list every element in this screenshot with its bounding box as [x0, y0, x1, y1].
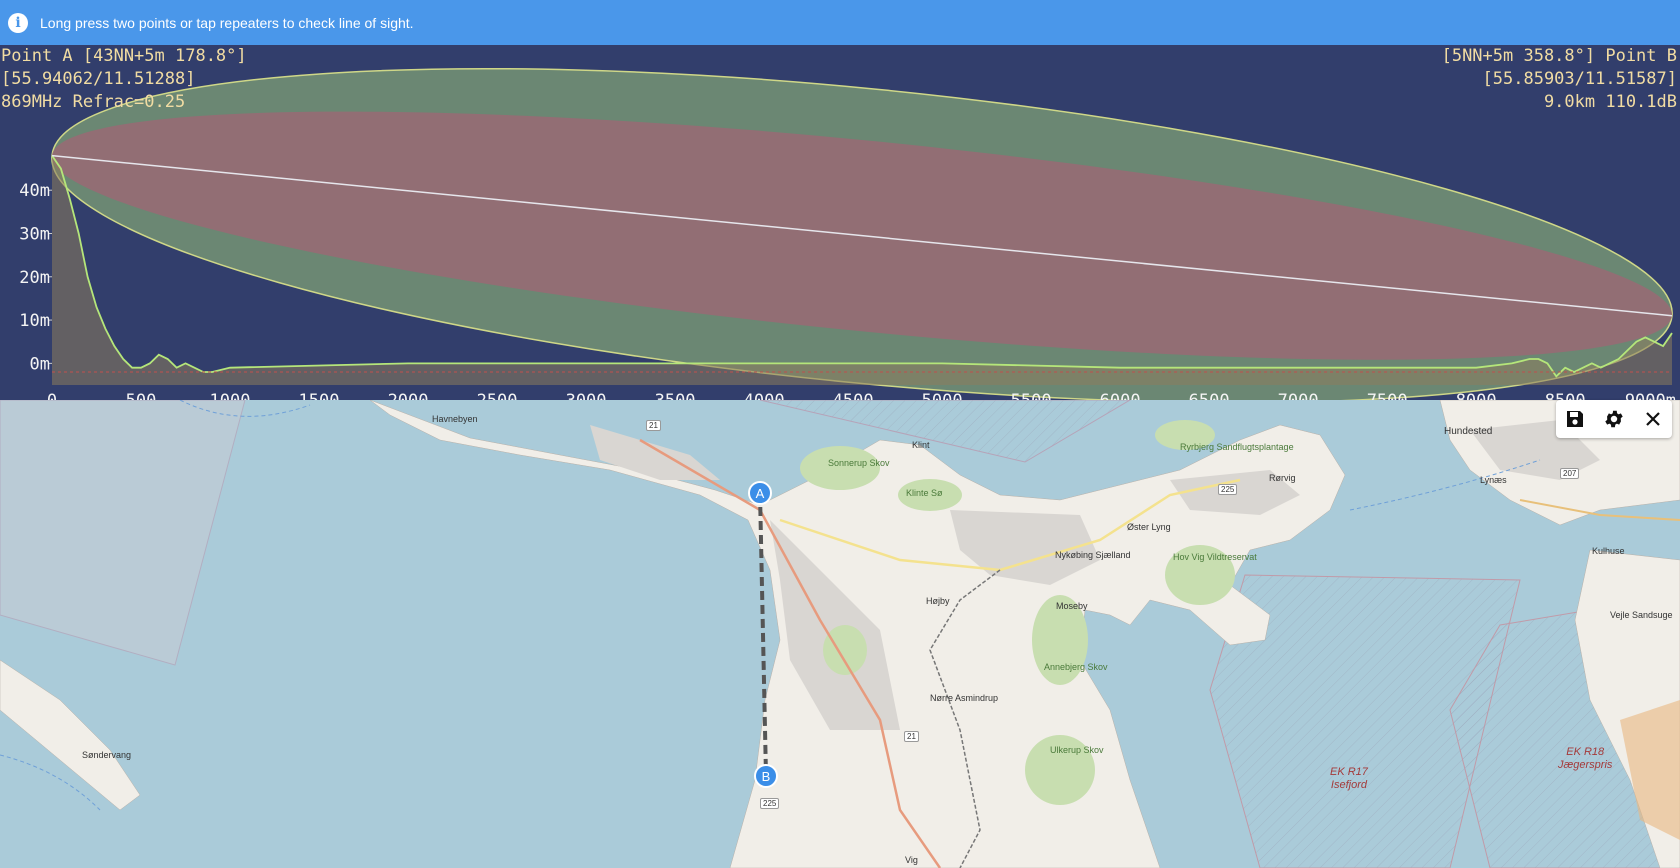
x-tick-label: 5000 [922, 391, 963, 400]
x-tick-label: 3500 [655, 391, 696, 400]
info-icon: i [8, 12, 28, 33]
place-label: Kulhuse [1592, 546, 1625, 556]
x-tick-label: 2000 [388, 391, 429, 400]
point-b-extra: 9.0km 110.1dB [1543, 92, 1677, 112]
x-tick-label: 1000 [210, 391, 251, 400]
floppy-disk-icon [1567, 411, 1584, 427]
x-tick-label: 1500 [299, 391, 340, 400]
save-button[interactable] [1560, 404, 1590, 434]
place-label: Vejle Sandsuge [1610, 610, 1673, 620]
x-tick-label: 5500 [1011, 391, 1052, 400]
y-tick-label: 30m [19, 224, 50, 244]
x-tick-label: 8500 [1545, 391, 1586, 400]
marker-point-a[interactable]: A [748, 481, 772, 505]
los-profile-panel: 0 500 1000 1500 2000 2500 3000 3500 4000 4500 5000… [0, 45, 1680, 400]
x-tick-label: 4500 [833, 391, 874, 400]
info-banner: i Long press two points or tap repeaters… [0, 0, 1680, 45]
close-icon [1645, 412, 1660, 426]
place-label: Øster Lyng [1127, 522, 1171, 532]
y-tick-label: 10m [19, 311, 50, 331]
x-tick-label: 4000 [744, 391, 785, 400]
banner-message: Long press two points or tap repeaters t… [40, 14, 414, 31]
place-label: Ryrbjerg Sandflugtsplantage [1180, 442, 1294, 452]
x-tick-label: 6500 [1189, 391, 1230, 400]
road-number: 225 [1218, 484, 1238, 495]
place-label: Sonnerup Skov [828, 458, 890, 468]
place-label: Højby [926, 596, 950, 606]
point-a-title: Point A [43NN+5m 178.8°] [1, 46, 247, 66]
x-tick-label: 3000 [566, 391, 607, 400]
zone-subname: Isefjord [1330, 779, 1367, 791]
restricted-zone-label: EK R18 Jægerspris [1558, 746, 1612, 772]
point-a-coords: [55.94062/11.51288] [1, 69, 196, 89]
road-number: 21 [646, 420, 661, 431]
road-number: 225 [760, 798, 780, 809]
x-tick-label: 7500 [1367, 391, 1408, 400]
x-tick-label: 9000m [1625, 391, 1676, 400]
map-view[interactable]: Havnebyen Klint Sonnerup Skov Klinte Sø … [0, 400, 1680, 868]
point-a-extra: 869MHz Refrac=0.25 [1, 92, 186, 112]
place-label: Rørvig [1269, 473, 1296, 483]
y-tick-label: 40m [19, 181, 50, 201]
point-b-coords: [55.85903/11.51587] [1482, 69, 1677, 89]
place-label: Nykøbing Sjælland [1055, 550, 1131, 560]
y-tick-label: 0m [30, 354, 50, 374]
zone-subname: Jægerspris [1558, 759, 1613, 771]
gear-icon [1605, 410, 1623, 428]
place-label: Moseby [1056, 601, 1088, 611]
marker-point-b[interactable]: B [754, 764, 778, 788]
y-tick-label: 20m [19, 268, 50, 288]
road-number: 21 [904, 731, 919, 742]
map-controls [1556, 400, 1672, 438]
place-label: Havnebyen [432, 414, 478, 424]
settings-button[interactable] [1599, 404, 1629, 434]
x-tick-label: 6000 [1100, 391, 1141, 400]
place-label: Annebjerg Skov [1044, 662, 1108, 672]
restricted-zone-label: EK R17 Isefjord [1330, 766, 1368, 792]
place-label: Klinte Sø [906, 488, 943, 498]
zone-name: EK R17 [1330, 766, 1368, 778]
place-label: Søndervang [82, 750, 132, 760]
x-tick-label: 8000 [1456, 391, 1497, 400]
place-label: Ulkerup Skov [1050, 745, 1104, 755]
place-label: Hov Vig Vildtreservat [1173, 552, 1257, 562]
point-b-title: [5NN+5m 358.8°] Point B [1441, 46, 1677, 66]
road-number: 207 [1560, 468, 1580, 479]
place-label: Nørre Asmindrup [930, 693, 999, 703]
profile-chart: 0 500 1000 1500 2000 2500 3000 3500 4000 4500 5000… [19, 67, 1676, 400]
x-tick-label: 2500 [477, 391, 518, 400]
x-tick-label: 500 [126, 391, 157, 400]
zone-name: EK R18 [1566, 746, 1605, 758]
place-label: Vig [905, 855, 918, 865]
map-canvas[interactable] [0, 400, 1680, 868]
x-tick-label: 7000 [1278, 391, 1319, 400]
x-tick-label: 0 [47, 391, 57, 400]
place-label: Lynæs [1480, 475, 1507, 485]
place-label: Klint [912, 440, 930, 450]
close-button[interactable] [1638, 404, 1668, 434]
place-label: Hundested [1444, 426, 1493, 437]
